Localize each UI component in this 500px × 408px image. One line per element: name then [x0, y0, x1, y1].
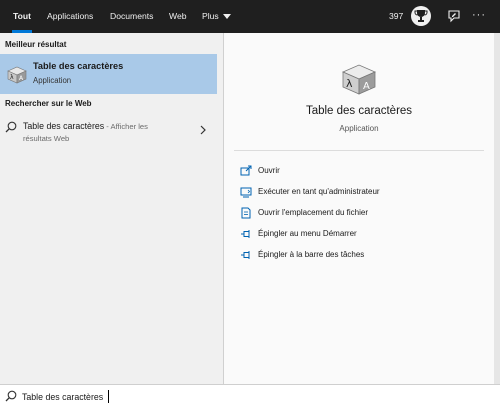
- more-options-button[interactable]: ···: [472, 0, 486, 33]
- tab-applications[interactable]: Applications: [47, 0, 93, 33]
- tab-web[interactable]: Web: [169, 0, 187, 33]
- best-match-header: Meilleur résultat: [5, 40, 67, 49]
- tab-documents-label: Documents: [110, 11, 154, 21]
- tab-more[interactable]: Plus: [202, 0, 231, 33]
- file-location-icon: [241, 207, 251, 219]
- web-search-query: Table des caractères: [23, 121, 105, 131]
- rewards-points: 397: [389, 11, 404, 21]
- preview-divider: [234, 150, 484, 151]
- right-edge-strip: [494, 33, 500, 384]
- chevron-down-icon: [222, 14, 231, 20]
- open-icon: [240, 165, 252, 176]
- open-action[interactable]: Ouvrir: [240, 164, 480, 180]
- best-match-title: Table des caractères: [33, 61, 124, 71]
- tab-documents[interactable]: Documents: [110, 0, 153, 33]
- run-as-admin-label: Exécuter en tant qu'administrateur: [258, 187, 380, 196]
- web-search-subtitle: résultats Web: [23, 134, 70, 143]
- trophy-icon[interactable]: [411, 6, 431, 26]
- web-search-title: Table des caractères - Afficher les: [23, 121, 148, 131]
- text-cursor: [108, 390, 109, 403]
- web-search-suffix: - Afficher les: [104, 122, 148, 131]
- svg-text:A: A: [363, 81, 370, 92]
- run-as-admin-action[interactable]: Exécuter en tant qu'administrateur: [240, 185, 480, 201]
- preview-panel: λ A Table des caractères Application Ouv…: [224, 33, 494, 384]
- chevron-right-icon[interactable]: [199, 125, 207, 135]
- tab-web-label: Web: [169, 11, 187, 21]
- search-icon: [5, 121, 17, 133]
- pin-taskbar-label: Épingler à la barre des tâches: [258, 250, 365, 259]
- pin-taskbar-action[interactable]: Épingler à la barre des tâches: [240, 248, 480, 264]
- search-icon: [5, 390, 17, 402]
- pin-start-label: Épingler au menu Démarrer: [258, 229, 357, 238]
- results-panel: Meilleur résultat λ A Table des caractèr…: [0, 33, 223, 384]
- tab-more-label: Plus: [202, 11, 219, 21]
- preview-title: Table des caractères: [305, 105, 413, 117]
- search-input[interactable]: [22, 388, 492, 405]
- character-map-icon: λ A: [342, 64, 376, 95]
- best-match-subtitle: Application: [33, 76, 72, 85]
- svg-text:λ: λ: [10, 74, 14, 81]
- search-scope-bar: Tout Applications Documents Web Plus 397…: [0, 0, 500, 33]
- web-search-header: Rechercher sur le Web: [5, 99, 92, 108]
- tab-all-label: Tout: [13, 11, 31, 21]
- file-location-action[interactable]: Ouvrir l'emplacement du fichier: [240, 206, 480, 222]
- web-search-item[interactable]: Table des caractères - Afficher les résu…: [0, 115, 217, 151]
- best-match-item[interactable]: λ A Table des caractères Application: [0, 54, 217, 94]
- pin-start-action[interactable]: Épingler au menu Démarrer: [240, 227, 480, 243]
- feedback-icon[interactable]: [446, 8, 462, 24]
- tab-applications-label: Applications: [47, 11, 94, 21]
- open-action-label: Ouvrir: [258, 166, 280, 175]
- run-as-admin-icon: [240, 187, 252, 198]
- tab-all[interactable]: Tout: [12, 0, 32, 33]
- character-map-icon: λ A: [7, 66, 27, 84]
- preview-subtitle: Application: [339, 124, 379, 133]
- file-location-label: Ouvrir l'emplacement du fichier: [258, 208, 369, 217]
- search-bar: [0, 384, 500, 408]
- pin-icon: [241, 230, 250, 238]
- svg-text:λ: λ: [346, 77, 353, 90]
- pin-icon: [241, 251, 250, 259]
